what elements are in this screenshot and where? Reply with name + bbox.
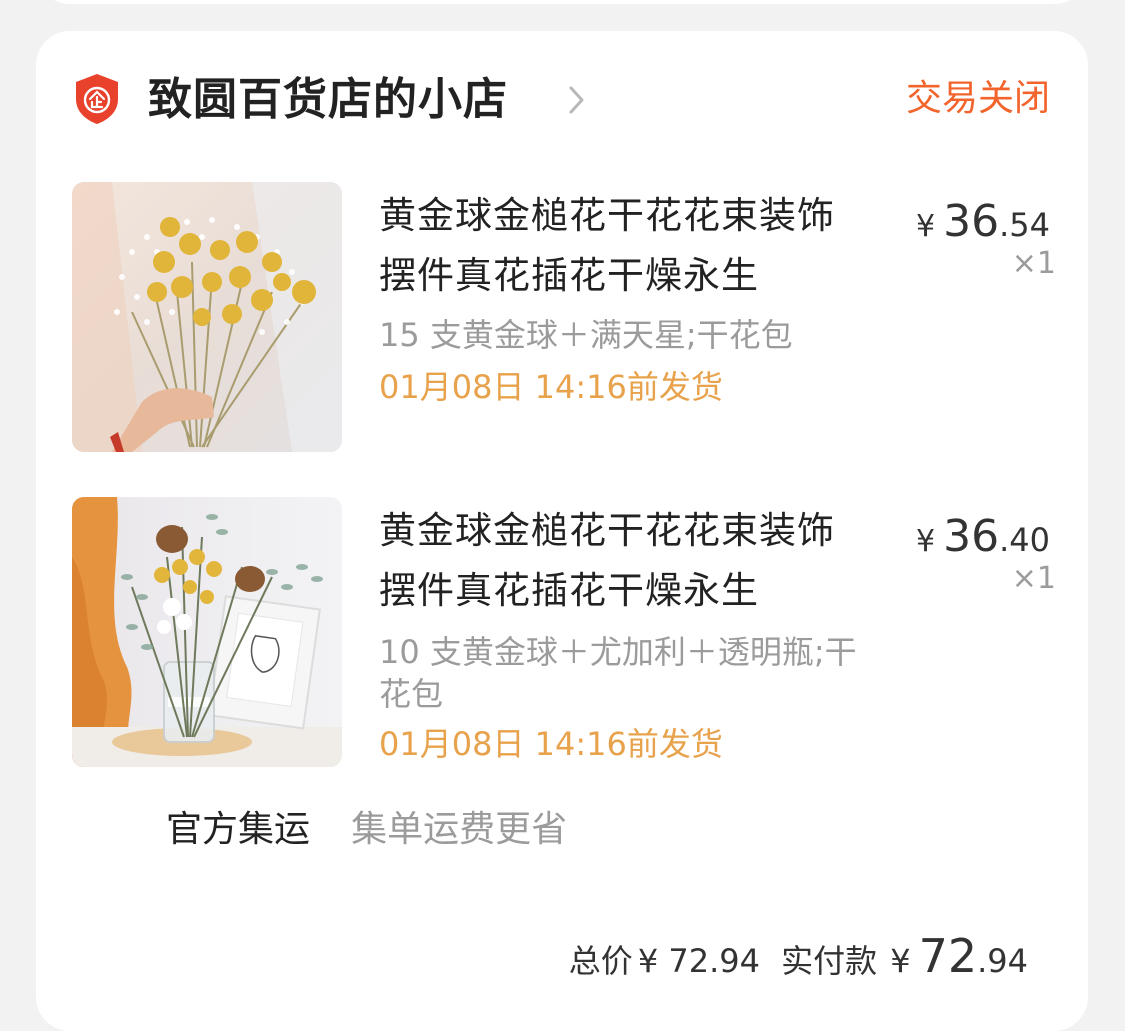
paid-integer: 72 — [918, 929, 978, 983]
item-quantity: ×1 — [1011, 246, 1056, 281]
paid-label: 实付款 — [781, 942, 878, 980]
total-label: 总价 — [568, 942, 633, 980]
product-title[interactable]: 黄金球金槌花干花花束装饰摆件真花插花干燥永生 — [379, 501, 849, 621]
order-item[interactable]: 黄金球金槌花干花花束装饰摆件真花插花干燥永生 15 支黄金球＋满天星;干花包 0… — [36, 182, 1088, 462]
product-spec: 15 支黄金球＋满天星;干花包 — [379, 316, 793, 354]
consolidated-shipping[interactable]: 官方集运 集单运费更省 — [166, 805, 567, 861]
shop-header[interactable]: 致圆百货店的小店 交易关闭 — [36, 31, 1088, 161]
chevron-right-icon[interactable] — [566, 83, 588, 117]
order-card: 致圆百货店的小店 交易关闭 黄金球金槌花干花花束装饰摆件真花插花干燥永生 15 … — [36, 31, 1088, 1031]
ship-deadline: 01月08日 14:16前发货 — [379, 368, 723, 406]
product-spec: 10 支黄金球＋尤加利＋透明瓶;干花包 — [379, 633, 857, 713]
product-title[interactable]: 黄金球金槌花干花花束装饰摆件真花插花干燥永生 — [379, 186, 849, 306]
shop-name[interactable]: 致圆百货店的小店 — [148, 71, 508, 129]
shipping-desc: 集单运费更省 — [351, 809, 568, 850]
ship-deadline: 01月08日 14:16前发货 — [379, 725, 723, 763]
total-value: ¥ 72.94 — [637, 942, 760, 980]
item-price: ¥36.40 — [916, 511, 1050, 562]
item-price: ¥36.54 — [916, 196, 1050, 247]
order-status: 交易关闭 — [905, 78, 1050, 119]
paid-currency: ¥ — [890, 942, 911, 980]
item-quantity: ×1 — [1011, 561, 1056, 596]
order-totals: 总价 ¥ 72.94 实付款 ¥72.94 — [569, 926, 1028, 997]
product-image[interactable] — [72, 497, 342, 767]
price-decimal: .54 — [999, 206, 1050, 244]
currency-symbol: ¥ — [916, 209, 936, 244]
product-image[interactable] — [72, 182, 342, 452]
price-integer: 36 — [943, 511, 1000, 562]
previous-card-edge — [36, 0, 1088, 4]
currency-symbol: ¥ — [916, 524, 936, 559]
shipping-label: 官方集运 — [166, 809, 311, 850]
price-integer: 36 — [943, 196, 1000, 247]
order-item[interactable]: 黄金球金槌花干花花束装饰摆件真花插花干燥永生 10 支黄金球＋尤加利＋透明瓶;干… — [36, 497, 1088, 797]
price-decimal: .40 — [999, 521, 1050, 559]
paid-decimal: .94 — [977, 942, 1028, 980]
enterprise-shield-icon — [76, 74, 118, 124]
